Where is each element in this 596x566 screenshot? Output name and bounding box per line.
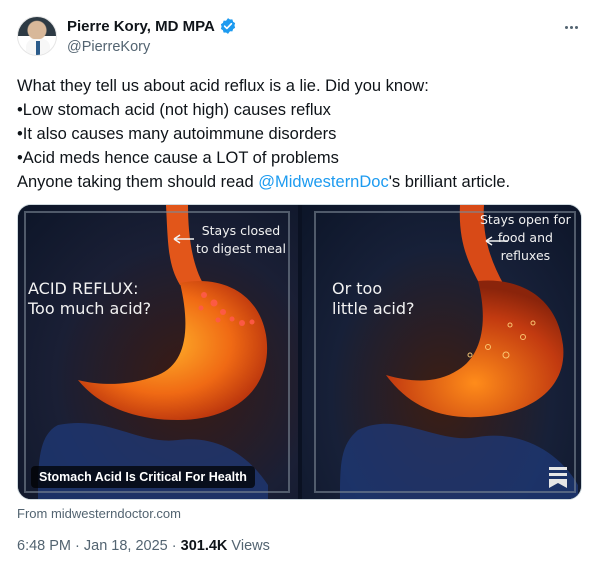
more-icon[interactable] [560,18,582,36]
meta-separator: · [71,538,84,554]
tweet-header: Pierre Kory, MD MPA @PierreKory [17,14,582,60]
tweet-line-last: Anyone taking them should read @Midweste… [17,170,579,194]
avatar[interactable] [17,16,57,56]
left-headline-line1: ACID REFLUX: [28,279,139,298]
verified-badge-icon [220,18,235,34]
tweet-line: •Acid meds hence cause a LOT of problems [17,149,339,167]
right-callout-line3: refluxes [500,248,551,263]
meta-separator: · [167,538,181,554]
tweet-text-suffix: 's brilliant article. [388,173,511,191]
tweet-line: What they tell us about acid reflux is a… [17,77,429,95]
mention-link[interactable]: @MidwesternDoc [258,173,388,191]
views-label: Views [227,538,270,554]
left-callout-line2: to digest meal [196,241,286,256]
panel-divider [298,205,302,499]
right-callout-line1: Stays open for [480,212,571,227]
tweet-line: •Low stomach acid (not high) causes refl… [17,101,331,119]
right-headline-line1: Or too [332,279,383,298]
tweet-date[interactable]: Jan 18, 2025 [84,538,168,554]
media-card[interactable]: ACID REFLUX: Too much acid? Stays closed… [17,204,582,500]
left-callout: Stays closed to digest meal [196,222,286,258]
right-headline-line2: little acid? [332,299,415,318]
tweet-text: What they tell us about acid reflux is a… [17,74,579,194]
tweet-text-prefix: Anyone taking them should read [17,173,259,191]
right-headline: Or too little acid? [332,279,415,319]
right-callout: Stays open for food and refluxes [480,211,571,265]
display-name[interactable]: Pierre Kory, MD MPA [67,18,215,35]
left-headline-line2: Too much acid? [28,299,152,318]
views-count[interactable]: 301.4K [181,538,228,554]
tweet-meta: 6:48 PM · Jan 18, 2025 · 301.4K Views [17,538,270,554]
media-caption: Stomach Acid Is Critical For Health [31,466,255,488]
left-headline: ACID REFLUX: Too much acid? [28,279,151,319]
link-source[interactable]: From midwesterndoctor.com [17,506,181,521]
avatar-tie [36,41,40,55]
left-callout-line1: Stays closed [201,223,281,238]
tweet-time[interactable]: 6:48 PM [17,538,71,554]
handle[interactable]: @PierreKory [67,39,150,55]
bookmark-icon[interactable] [547,465,569,489]
tweet-line: •It also causes many autoimmune disorder… [17,125,337,143]
name-row: Pierre Kory, MD MPA [67,17,237,35]
right-callout-line2: food and [497,230,553,245]
